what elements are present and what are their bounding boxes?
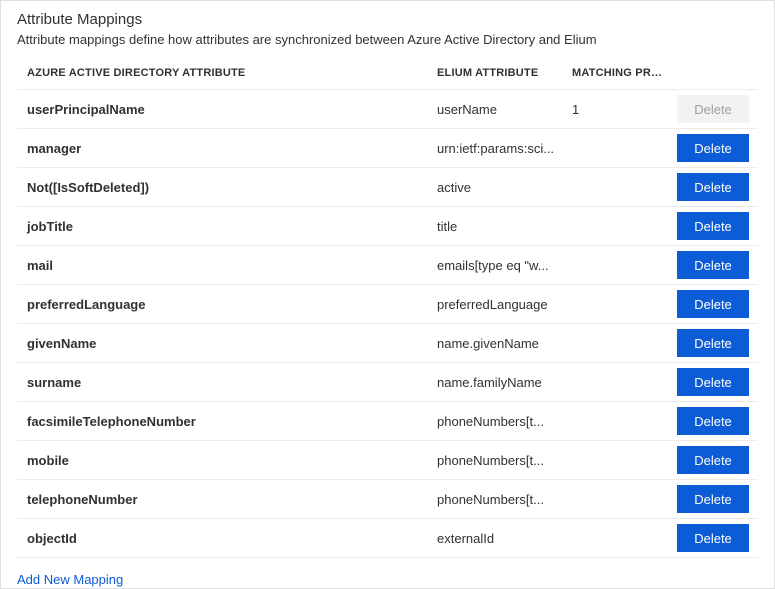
- aad-attribute: jobTitle: [17, 209, 427, 244]
- matching-precedence: [562, 411, 667, 431]
- action-cell: Delete: [667, 480, 749, 518]
- elium-attribute: active: [427, 170, 562, 205]
- elium-attribute: phoneNumbers[t...: [427, 404, 562, 439]
- table-row[interactable]: objectIdexternalId Delete: [17, 518, 758, 557]
- delete-button[interactable]: Delete: [677, 290, 749, 318]
- matching-precedence: [562, 333, 667, 353]
- table-row[interactable]: givenNamename.givenName Delete: [17, 323, 758, 362]
- delete-button[interactable]: Delete: [677, 329, 749, 357]
- delete-button[interactable]: Delete: [677, 524, 749, 552]
- elium-attribute: title: [427, 209, 562, 244]
- delete-button[interactable]: Delete: [677, 251, 749, 279]
- elium-attribute: externalId: [427, 521, 562, 556]
- table-row[interactable]: userPrincipalNameuserName1 Delete: [17, 89, 758, 128]
- matching-precedence: [562, 450, 667, 470]
- aad-attribute: facsimileTelephoneNumber: [17, 404, 427, 439]
- action-cell: Delete: [667, 207, 749, 245]
- table-row[interactable]: mailemails[type eq "w... Delete: [17, 245, 758, 284]
- delete-button: Delete: [677, 95, 749, 123]
- action-cell: Delete: [667, 285, 749, 323]
- attribute-mappings-panel: Attribute Mappings Attribute mappings de…: [1, 1, 774, 587]
- action-cell: Delete: [667, 441, 749, 479]
- action-cell: Delete: [667, 324, 749, 362]
- matching-precedence: [562, 216, 667, 236]
- delete-button[interactable]: Delete: [677, 212, 749, 240]
- delete-button[interactable]: Delete: [677, 407, 749, 435]
- elium-attribute: urn:ietf:params:sci...: [427, 131, 562, 166]
- aad-attribute: objectId: [17, 521, 427, 556]
- action-cell: Delete: [667, 402, 749, 440]
- add-new-mapping-link[interactable]: Add New Mapping: [17, 572, 123, 587]
- table-row[interactable]: Not([IsSoftDeleted])active Delete: [17, 167, 758, 206]
- aad-attribute: manager: [17, 131, 427, 166]
- table-row[interactable]: jobTitletitle Delete: [17, 206, 758, 245]
- col-elium: ELIUM ATTRIBUTE: [427, 61, 562, 89]
- action-cell: Delete: [667, 246, 749, 284]
- elium-attribute: name.givenName: [427, 326, 562, 361]
- aad-attribute: telephoneNumber: [17, 482, 427, 517]
- aad-attribute: Not([IsSoftDeleted]): [17, 170, 427, 205]
- table-row[interactable]: telephoneNumberphoneNumbers[t... Delete: [17, 479, 758, 518]
- panel-title: Attribute Mappings: [17, 11, 758, 28]
- action-cell: Delete: [667, 363, 749, 401]
- action-cell: Delete: [667, 168, 749, 206]
- table-row[interactable]: surnamename.familyName Delete: [17, 362, 758, 401]
- mappings-table: userPrincipalNameuserName1Deletemanageru…: [17, 89, 758, 557]
- action-cell: Delete: [667, 129, 749, 167]
- col-aad: AZURE ACTIVE DIRECTORY ATTRIBUTE: [17, 61, 427, 89]
- delete-button[interactable]: Delete: [677, 446, 749, 474]
- col-match: MATCHING PREC...: [562, 61, 667, 89]
- column-headers: AZURE ACTIVE DIRECTORY ATTRIBUTE ELIUM A…: [17, 61, 758, 89]
- action-cell: Delete: [667, 519, 749, 557]
- aad-attribute: mail: [17, 248, 427, 283]
- matching-precedence: [562, 294, 667, 314]
- aad-attribute: preferredLanguage: [17, 287, 427, 322]
- matching-precedence: [562, 372, 667, 392]
- aad-attribute: userPrincipalName: [17, 92, 427, 127]
- elium-attribute: preferredLanguage: [427, 287, 562, 322]
- aad-attribute: givenName: [17, 326, 427, 361]
- elium-attribute: emails[type eq "w...: [427, 248, 562, 283]
- elium-attribute: phoneNumbers[t...: [427, 482, 562, 517]
- table-row[interactable]: managerurn:ietf:params:sci... Delete: [17, 128, 758, 167]
- elium-attribute: phoneNumbers[t...: [427, 443, 562, 478]
- delete-button[interactable]: Delete: [677, 368, 749, 396]
- col-actions: [667, 67, 749, 83]
- matching-precedence: 1: [562, 92, 667, 127]
- add-row: Add New Mapping: [17, 557, 758, 587]
- delete-button[interactable]: Delete: [677, 134, 749, 162]
- matching-precedence: [562, 489, 667, 509]
- elium-attribute: userName: [427, 92, 562, 127]
- matching-precedence: [562, 528, 667, 548]
- table-row[interactable]: facsimileTelephoneNumberphoneNumbers[t..…: [17, 401, 758, 440]
- panel-description: Attribute mappings define how attributes…: [17, 32, 758, 47]
- aad-attribute: surname: [17, 365, 427, 400]
- matching-precedence: [562, 138, 667, 158]
- table-row[interactable]: preferredLanguagepreferredLanguage Delete: [17, 284, 758, 323]
- delete-button[interactable]: Delete: [677, 173, 749, 201]
- action-cell: Delete: [667, 90, 749, 128]
- aad-attribute: mobile: [17, 443, 427, 478]
- matching-precedence: [562, 177, 667, 197]
- table-row[interactable]: mobilephoneNumbers[t... Delete: [17, 440, 758, 479]
- matching-precedence: [562, 255, 667, 275]
- elium-attribute: name.familyName: [427, 365, 562, 400]
- delete-button[interactable]: Delete: [677, 485, 749, 513]
